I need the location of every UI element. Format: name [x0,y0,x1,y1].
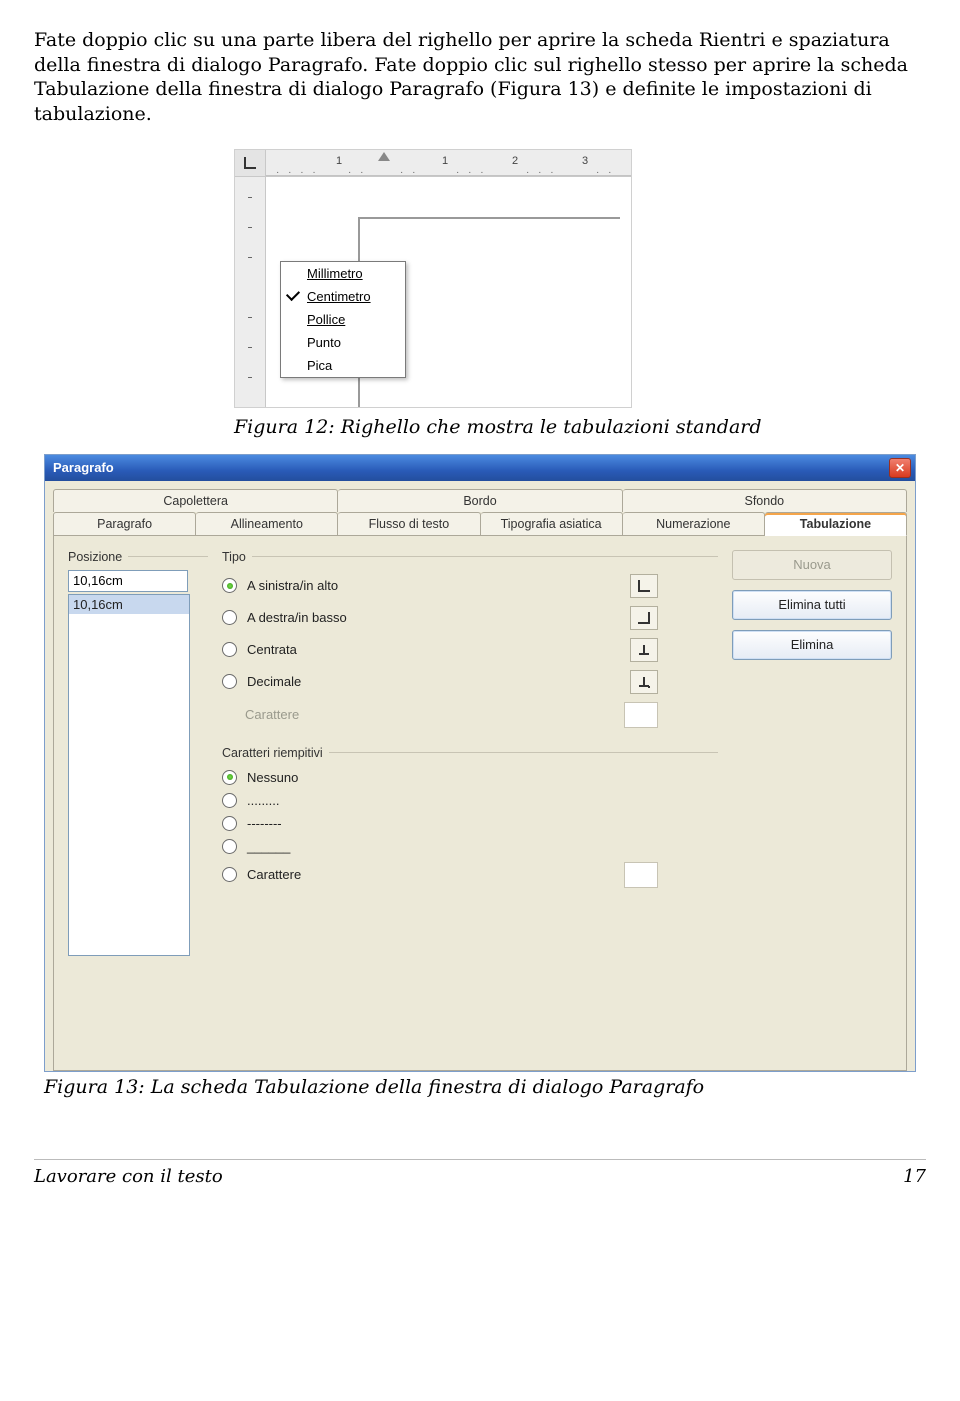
paragrafo-dialog: Paragrafo ✕ Capolettera Bordo Sfondo Par… [44,454,916,1072]
radio-icon [222,816,237,831]
radio-icon [222,839,237,854]
dialog-titlebar[interactable]: Paragrafo ✕ [45,455,915,481]
radio-fill-underscores[interactable]: ______ [222,835,718,858]
page-footer: Lavorare con il testo 17 [34,1159,926,1187]
tab-flusso-di-testo[interactable]: Flusso di testo [338,512,480,536]
fill-carattere-input[interactable] [624,862,658,888]
radio-centrata-label: Centrata [247,642,620,657]
nuova-button[interactable]: Nuova [732,550,892,580]
radio-destra-row[interactable]: A destra/in basso [222,602,718,634]
ruler-number: 1 [442,155,448,167]
tab-tabulazione[interactable]: Tabulazione [765,512,907,536]
body-paragraph: Fate doppio clic su una parte libera del… [34,28,926,127]
horizontal-ruler-row: · · · · 1 · · · · 1 · · · 2 · · · 3 · · [235,150,631,177]
radio-destra-label: A destra/in basso [247,610,620,625]
tab-numerazione[interactable]: Numerazione [623,512,765,536]
figure-12: · · · · 1 · · · · 1 · · · 2 · · · 3 · · [234,149,926,408]
vertical-ruler[interactable] [235,177,266,407]
footer-page-number: 17 [903,1166,926,1187]
figure-12-caption: Figura 12: Righello che mostra le tabula… [234,416,926,440]
radio-decimale-label: Decimale [247,674,620,689]
tabstop-icon [244,157,256,169]
page-canvas: Millimetro Centimetro Pollice Punto Pica [266,177,631,407]
close-button[interactable]: ✕ [889,458,911,478]
horizontal-ruler[interactable]: · · · · 1 · · · · 1 · · · 2 · · · 3 · · [266,150,631,176]
radio-decimale-row[interactable]: Decimale [222,666,718,698]
check-icon [286,287,300,301]
tab-row-bottom: Paragrafo Allineamento Flusso di testo T… [53,512,907,536]
tab-bordo[interactable]: Bordo [338,489,622,512]
radio-fill-dots[interactable]: ......... [222,789,718,812]
ruler-context-menu: Millimetro Centimetro Pollice Punto Pica [280,261,406,378]
radio-sinistra-label: A sinistra/in alto [247,578,620,593]
radio-icon [222,867,237,882]
tabstop-center-icon [630,638,658,662]
radio-icon [222,578,237,593]
radio-sinistra-row[interactable]: A sinistra/in alto [222,570,718,602]
radio-icon [222,793,237,808]
menu-item-pollice[interactable]: Pollice [281,308,405,331]
footer-title: Lavorare con il testo [34,1166,223,1187]
close-icon: ✕ [895,461,905,475]
tabstop-right-icon [630,606,658,630]
elimina-tutti-button[interactable]: Elimina tutti [732,590,892,620]
ruler-screenshot: · · · · 1 · · · · 1 · · · 2 · · · 3 · · [234,149,632,408]
radio-fill-carattere[interactable]: Carattere [222,858,718,892]
posizione-list[interactable]: 10,16cm [68,594,190,956]
posizione-list-item[interactable]: 10,16cm [69,595,189,614]
group-fill-label: Caratteri riempitivi [222,746,718,760]
carattere-row: Carattere [222,698,718,732]
tab-paragrafo[interactable]: Paragrafo [53,512,196,536]
radio-centrata-row[interactable]: Centrata [222,634,718,666]
menu-item-centimetro[interactable]: Centimetro [281,285,405,308]
dialog-title: Paragrafo [53,460,114,475]
tab-allineamento[interactable]: Allineamento [196,512,338,536]
tab-capolettera[interactable]: Capolettera [53,489,338,512]
radio-icon [222,642,237,657]
carattere-input[interactable] [624,702,658,728]
tab-sfondo[interactable]: Sfondo [623,489,907,512]
menu-item-pica[interactable]: Pica [281,354,405,377]
carattere-label: Carattere [245,707,614,722]
posizione-input[interactable] [68,570,188,592]
ruler-number: 2 [512,155,518,167]
ruler-number: 3 [582,155,588,167]
tabstop-decimal-icon [630,670,658,694]
menu-item-punto[interactable]: Punto [281,331,405,354]
menu-item-millimetro[interactable]: Millimetro [281,262,405,285]
tab-tipografia-asiatica[interactable]: Tipografia asiatica [481,512,623,536]
ruler-number: 1 [336,155,342,167]
ruler-corner-tabstop[interactable] [235,150,266,176]
tab-row-top: Capolettera Bordo Sfondo [53,489,907,512]
radio-icon [222,610,237,625]
radio-icon [222,674,237,689]
radio-fill-nessuno[interactable]: Nessuno [222,766,718,789]
radio-icon [222,770,237,785]
figure-13-caption: Figura 13: La scheda Tabulazione della f… [44,1076,926,1100]
tabstop-left-icon [630,574,658,598]
group-posizione-label: Posizione [68,550,208,564]
indent-marker-icon[interactable] [378,152,390,161]
tabulazione-panel: Posizione 10,16cm Tipo A sinistra/in alt… [53,536,907,1071]
group-tipo-label: Tipo [222,550,718,564]
elimina-button[interactable]: Elimina [732,630,892,660]
radio-fill-dashes[interactable]: -------- [222,812,718,835]
